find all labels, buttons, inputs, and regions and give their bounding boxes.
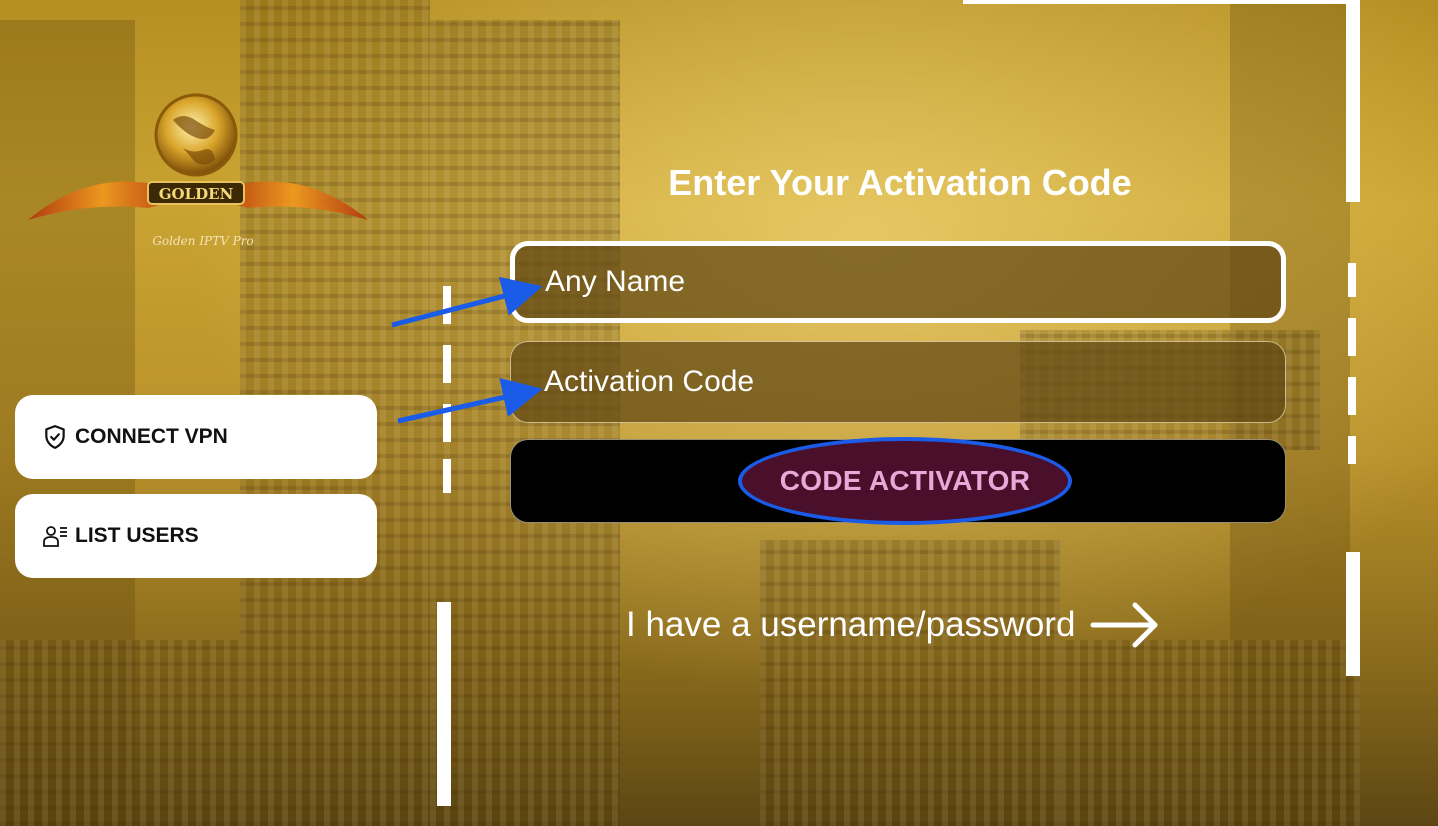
annotation-arrow [397,377,543,424]
annotation-arrow [391,276,543,328]
annotation-arrows [391,276,543,424]
activation-screen: GOLDEN Golden IPTV Pro CONNECT VPN LIST … [0,0,1438,826]
